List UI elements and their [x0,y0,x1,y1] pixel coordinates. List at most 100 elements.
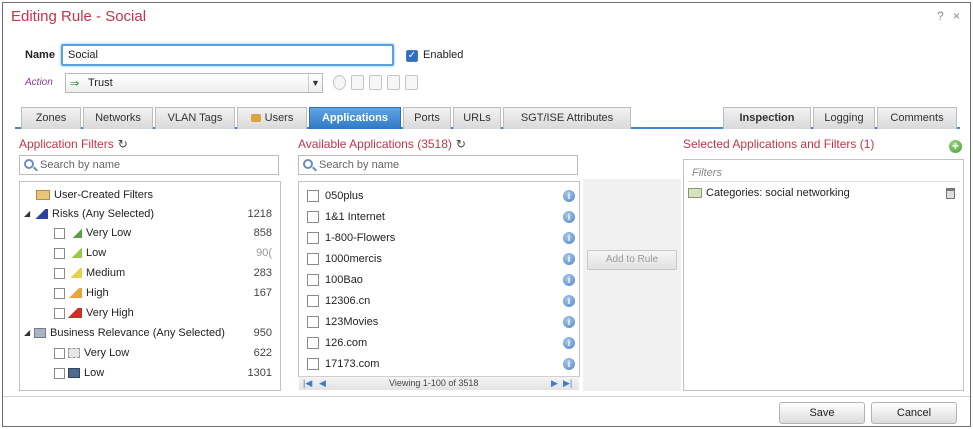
list-item[interactable]: Low 90( [54,244,278,262]
collapse-icon[interactable]: ◢ [24,324,34,342]
app-checkbox[interactable] [307,295,319,308]
building-icon [34,328,46,339]
tab-logging[interactable]: Logging [813,107,875,129]
tab-sgt-ise-attributes[interactable]: SGT/ISE Attributes [503,107,631,129]
add-to-rule-button[interactable]: Add to Rule [587,250,677,270]
app-checkbox[interactable] [307,337,319,350]
list-item[interactable]: 17173.com [307,354,379,374]
info-icon[interactable]: i [563,274,575,286]
file-policy-icon[interactable] [351,75,364,90]
tab-networks[interactable]: Networks [83,107,153,129]
name-input[interactable] [61,44,394,66]
refresh-icon[interactable]: ↻ [456,137,466,151]
list-item[interactable]: 126.com [307,333,367,353]
tab-vlan-tags[interactable]: VLAN Tags [155,107,235,129]
info-icon[interactable]: i [563,295,575,307]
tab-inspection[interactable]: Inspection [723,107,811,129]
info-icon[interactable]: i [563,337,575,349]
app-checkbox[interactable] [307,358,319,371]
tab-zones[interactable]: Zones [21,107,81,129]
list-item[interactable]: Low 1301 [54,364,278,382]
add-filter-icon[interactable]: + [949,140,962,153]
tab-users[interactable]: Users [237,107,307,129]
list-item[interactable]: ◢ Risks (Any Selected) 1218 [24,205,278,223]
list-item[interactable]: User-Created Filters [36,186,153,204]
next-page-icon[interactable]: ▶ [551,378,558,389]
filter-checkbox[interactable] [54,347,65,359]
rule-tabs: Zones Networks VLAN Tags Users Applicati… [15,107,960,129]
list-item[interactable]: Very High [54,304,278,322]
list-item[interactable]: 1000mercis [307,249,382,269]
cancel-button[interactable]: Cancel [871,402,957,424]
editing-rule-dialog: Editing Rule - Social ? × Name ✓ Enabled… [2,2,971,427]
dialog-titlebar: Editing Rule - Social ? × [3,3,970,29]
info-icon[interactable]: i [563,358,575,370]
action-select[interactable]: ⇒ Trust ▼ [65,73,323,93]
shield-icon[interactable] [333,75,346,90]
app-checkbox[interactable] [307,316,319,329]
trust-arrow-icon: ⇒ [70,78,80,90]
info-icon[interactable]: i [563,232,575,244]
info-icon[interactable]: i [563,190,575,202]
last-page-icon[interactable]: ▶| [563,378,572,389]
list-item[interactable]: ◢ Business Relevance (Any Selected) 950 [24,324,278,342]
filter-checkbox[interactable] [54,247,65,259]
info-icon[interactable]: i [563,316,575,328]
available-applications-title: Available Applications (3518) ↻ [298,137,466,151]
app-checkbox[interactable] [307,253,319,266]
application-filters-list: User-Created Filters ◢ Risks (Any Selecte… [19,181,281,391]
name-label: Name [25,49,55,61]
list-item[interactable]: 100Bao [307,270,363,290]
list-item[interactable]: Very Low 622 [54,344,278,362]
prev-page-icon[interactable]: ◀ [319,378,326,389]
chevron-down-icon[interactable]: ▼ [308,74,322,92]
users-icon [250,114,261,123]
refresh-icon[interactable]: ↻ [118,137,128,151]
close-icon[interactable]: × [953,9,960,23]
comment-icon[interactable] [405,75,418,90]
list-item[interactable]: Categories: social networking [688,184,850,202]
tab-urls[interactable]: URLs [453,107,501,129]
list-item[interactable]: 123Movies [307,312,378,332]
filter-checkbox[interactable] [54,227,65,239]
applications-search-input[interactable]: Search by name [298,155,578,175]
info-icon[interactable]: i [563,211,575,223]
filter-checkbox[interactable] [54,267,65,279]
enabled-checkbox[interactable]: ✓ [406,50,418,62]
filter-checkbox[interactable] [54,367,65,379]
risk-high-icon [68,288,82,299]
list-item[interactable]: Medium 283 [54,264,278,282]
app-checkbox[interactable] [307,274,319,287]
filter-checkbox[interactable] [54,287,65,299]
app-checkbox[interactable] [307,190,319,203]
search-icon [303,159,313,169]
risk-medium-icon [68,268,82,279]
list-item[interactable]: High 167 [54,284,278,302]
list-item[interactable]: Very Low 858 [54,224,278,242]
list-item[interactable]: 1&1 Internet [307,207,385,227]
briefcase-icon[interactable] [387,75,400,90]
list-item[interactable]: 1-800-Flowers [307,228,395,248]
first-page-icon[interactable]: |◀ [303,378,312,389]
list-item[interactable]: 12306.cn [307,291,370,311]
help-icon[interactable]: ? [937,9,944,23]
dialog-title: Editing Rule - Social [11,8,147,25]
list-item[interactable]: 050plus [307,186,364,206]
app-checkbox[interactable] [307,232,319,245]
filters-input[interactable]: Filters [688,164,960,182]
logging-icon[interactable] [369,75,382,90]
save-button[interactable]: Save [779,402,865,424]
filters-search-input[interactable]: Search by name [19,155,279,175]
footer-divider [3,396,970,397]
filter-checkbox[interactable] [54,307,65,319]
tab-ports[interactable]: Ports [403,107,451,129]
app-checkbox[interactable] [307,211,319,224]
enabled-label: Enabled [423,49,464,61]
selected-applications-title: Selected Applications and Filters (1) [683,137,875,151]
relevance-very-low-icon [68,348,80,359]
collapse-icon[interactable]: ◢ [24,205,34,223]
tab-comments[interactable]: Comments [877,107,957,129]
trash-icon[interactable] [946,188,955,199]
tab-applications[interactable]: Applications [309,107,401,129]
info-icon[interactable]: i [563,253,575,265]
